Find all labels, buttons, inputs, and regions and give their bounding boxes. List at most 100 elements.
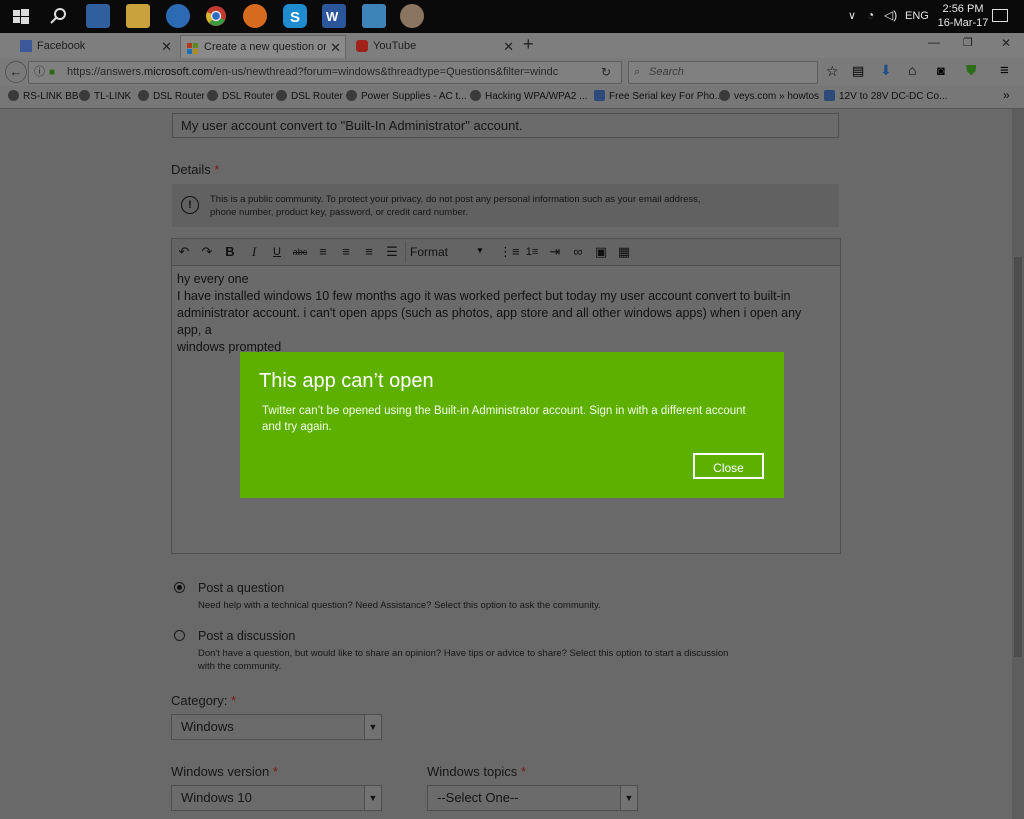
globe-icon [79, 90, 90, 101]
skype-icon[interactable]: S [283, 4, 307, 28]
lock-icon: ■ [49, 67, 56, 78]
post-discussion-radio[interactable] [174, 630, 185, 641]
bookmark-item[interactable]: TL-LINK [79, 90, 131, 102]
close-tab-icon[interactable]: ✕ [330, 36, 341, 59]
chrome-icon[interactable] [204, 4, 228, 28]
more-bookmarks-icon[interactable]: » [1003, 88, 1010, 102]
justify-icon[interactable]: ☰ [382, 242, 402, 262]
indent-icon[interactable]: ⇥ [545, 242, 565, 262]
window-close-icon[interactable]: ✕ [1001, 36, 1011, 50]
search-icon[interactable] [46, 4, 70, 28]
dialog-title: This app can’t open [259, 370, 434, 392]
globe-icon [138, 90, 149, 101]
underline-icon[interactable]: U [267, 242, 287, 262]
volume-icon[interactable]: ◁) [884, 8, 897, 22]
post-discussion-description: Don't have a question, but would like to… [198, 648, 729, 659]
format-dropdown[interactable]: Format ▼ [405, 242, 492, 262]
radio-selected-dot [177, 585, 182, 590]
windows-topics-label: Windows topics * [427, 764, 526, 779]
reading-list-icon[interactable]: ▤ [852, 63, 864, 79]
clock-date[interactable]: 16-Mar-17 [935, 17, 991, 29]
bookmark-star-icon[interactable]: ☆ [826, 63, 839, 80]
restore-icon[interactable]: ❐ [963, 36, 973, 49]
align-left-icon[interactable]: ≡ [313, 242, 333, 262]
close-tab-icon[interactable]: ✕ [503, 35, 514, 58]
redo-icon[interactable]: ↷ [197, 242, 217, 262]
back-icon[interactable]: ← [5, 61, 27, 83]
bold-icon[interactable]: B [220, 242, 240, 262]
windows-version-select[interactable]: Windows 10 ▼ [171, 785, 382, 811]
numbered-list-icon[interactable]: 1≡ [522, 242, 542, 262]
tab-youtube[interactable]: YouTube ✕ [350, 35, 518, 58]
notifications-icon[interactable] [992, 9, 1008, 22]
bookmark-item[interactable]: DSL Router [138, 90, 205, 102]
shield-icon[interactable]: ⛊ [966, 62, 977, 79]
page-scrollbar[interactable] [1012, 109, 1024, 819]
tab-facebook[interactable]: Facebook ✕ [14, 35, 176, 58]
skype-for-business-icon[interactable] [166, 4, 190, 28]
microsoft-icon [187, 41, 199, 54]
table-icon[interactable]: ▦ [614, 242, 634, 262]
undo-icon[interactable]: ↶ [174, 242, 194, 262]
paint-icon[interactable] [400, 4, 424, 28]
category-label: Category: * [171, 693, 237, 708]
reload-icon[interactable]: ↻ [601, 62, 611, 83]
bookmark-item[interactable]: Free Serial key For Pho... [594, 90, 723, 102]
search-input[interactable]: ⌕ Search [628, 61, 818, 84]
category-value: Windows [181, 719, 234, 734]
facebook-icon [20, 40, 32, 52]
subject-input[interactable]: My user account convert to "Built-In Adm… [172, 113, 839, 138]
bookmark-item[interactable]: Hacking WPA/WPA2 ... [470, 90, 587, 102]
close-button[interactable]: Close [693, 453, 764, 479]
strikethrough-icon[interactable]: abc [290, 242, 310, 262]
photos-app-icon[interactable] [86, 4, 110, 28]
editor-body[interactable]: hy every one I have installed windows 10… [177, 271, 827, 356]
close-tab-icon[interactable]: ✕ [161, 35, 172, 58]
link-icon[interactable]: ∞ [568, 242, 588, 262]
app-icon[interactable] [362, 4, 386, 28]
bookmark-item[interactable]: DSL Router [207, 90, 274, 102]
chevron-down-icon: ▼ [364, 715, 381, 739]
image-icon[interactable]: ▣ [591, 242, 611, 262]
word-icon[interactable]: W [322, 4, 346, 28]
new-tab-icon[interactable]: + [523, 34, 534, 55]
post-discussion-label[interactable]: Post a discussion [198, 629, 295, 643]
bookmark-item[interactable]: 12V to 28V DC-DC Co... [824, 90, 947, 102]
bookmark-item[interactable]: Power Supplies - AC t... [346, 90, 467, 102]
chevron-up-icon[interactable]: ∨ [848, 9, 856, 22]
tab-label: Facebook [37, 40, 86, 52]
firefox-icon[interactable] [243, 4, 267, 28]
pocket-icon[interactable]: ◙ [937, 63, 945, 78]
svg-text:W: W [326, 9, 339, 24]
align-center-icon[interactable]: ≡ [336, 242, 356, 262]
windows-start-icon[interactable] [9, 4, 33, 28]
bookmark-item[interactable]: veys.com » howtos [719, 90, 819, 102]
scrollbar-thumb[interactable] [1014, 257, 1022, 657]
align-right-icon[interactable]: ≡ [359, 242, 379, 262]
bookmark-item[interactable]: RS-LINK BB [8, 90, 79, 102]
menu-icon[interactable]: ≡ [1000, 62, 1009, 79]
windows-topics-select[interactable]: --Select One-- ▼ [427, 785, 638, 811]
clock-time[interactable]: 2:56 PM [938, 3, 988, 15]
download-icon[interactable]: ⬇ [880, 62, 892, 79]
dialog-message: Twitter can’t be opened using the Built-… [262, 403, 762, 435]
format-label: Format [410, 245, 449, 259]
file-explorer-icon[interactable] [126, 4, 150, 28]
bookmark-item[interactable]: DSL Router [276, 90, 343, 102]
tab-create-question[interactable]: Create a new question or s... ✕ [180, 35, 346, 59]
info-icon[interactable]: ⓘ [34, 62, 45, 83]
italic-icon[interactable]: I [244, 242, 264, 262]
url-bar[interactable]: ⓘ ■ https://answers.microsoft.com/en-us/… [28, 61, 622, 84]
chevron-down-icon: ▼ [364, 786, 381, 810]
minimize-icon[interactable]: — [928, 35, 940, 49]
windows-version-value: Windows 10 [181, 790, 252, 805]
post-question-label[interactable]: Post a question [198, 581, 284, 595]
post-question-radio[interactable] [174, 582, 185, 593]
language-indicator[interactable]: ENG [905, 10, 929, 22]
category-select[interactable]: Windows ▼ [171, 714, 382, 740]
wifi-icon[interactable]: ◔ [867, 8, 874, 22]
navigation-toolbar: ← ⓘ ■ https://answers.microsoft.com/en-u… [0, 58, 1024, 86]
globe-icon [276, 90, 287, 101]
home-icon[interactable]: ⌂ [908, 62, 916, 78]
bullet-list-icon[interactable]: ⋮≡ [499, 242, 520, 262]
